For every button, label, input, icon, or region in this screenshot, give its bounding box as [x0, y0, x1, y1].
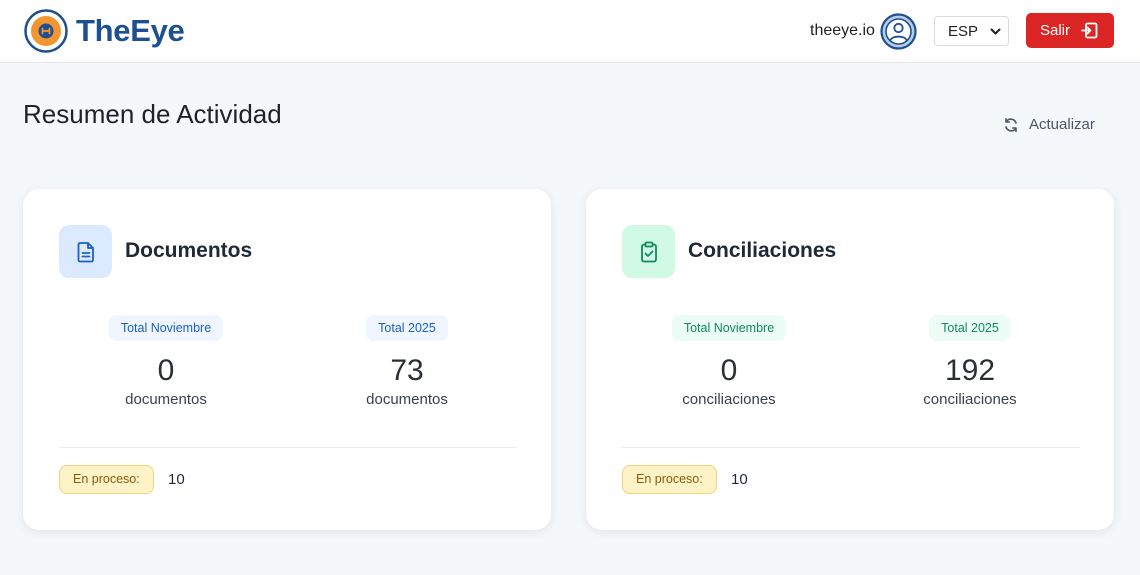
in-process-count: 10 — [731, 471, 748, 488]
stat-unit: documentos — [366, 391, 448, 408]
top-bar: TheEye theeye.io ESP Salir — [0, 0, 1140, 63]
refresh-button[interactable]: Actualizar — [1003, 116, 1095, 133]
documents-month-stat: Total Noviembre 0 documentos — [66, 315, 266, 410]
documents-card-title: Documentos — [125, 239, 253, 262]
refresh-label: Actualizar — [1029, 116, 1095, 133]
reconciliations-card: Conciliaciones Total Noviembre 0 concili… — [586, 189, 1114, 530]
stat-unit: conciliaciones — [682, 391, 776, 408]
page-title: Resumen de Actividad — [23, 99, 282, 129]
logout-button[interactable]: Salir — [1026, 13, 1114, 48]
clipboard-check-icon — [640, 241, 657, 262]
documents-card: Documentos Total Noviembre 0 documentos … — [23, 189, 551, 530]
reconciliations-year-stat: Total 2025 192 conciliaciones — [870, 315, 1070, 410]
documents-card-icon — [59, 225, 112, 278]
stat-unit: conciliaciones — [923, 391, 1017, 408]
document-icon — [77, 241, 94, 262]
in-process-count: 10 — [168, 471, 185, 488]
stat-unit: documentos — [125, 391, 207, 408]
card-divider — [59, 447, 517, 448]
chevron-down-icon — [990, 28, 1001, 35]
language-select[interactable]: ESP — [934, 16, 1009, 46]
stat-label: Total Noviembre — [671, 315, 787, 341]
stat-value: 73 — [390, 354, 424, 387]
refresh-icon — [1005, 117, 1017, 132]
stat-value: 0 — [720, 354, 738, 387]
reconciliations-month-stat: Total Noviembre 0 conciliaciones — [629, 315, 829, 410]
logout-icon — [1081, 22, 1098, 39]
documents-year-stat: Total 2025 73 documentos — [307, 315, 507, 410]
language-value: ESP — [948, 22, 979, 40]
theeye-logo-icon — [24, 9, 68, 53]
stat-value: 0 — [157, 354, 175, 387]
card-divider — [622, 447, 1080, 448]
brand-name: TheEye — [76, 13, 185, 48]
stat-label: Total Noviembre — [108, 315, 224, 341]
logout-label: Salir — [1040, 22, 1071, 39]
stat-value: 192 — [944, 354, 996, 387]
in-process-badge: En proceso: — [59, 465, 154, 494]
reconciliations-card-title: Conciliaciones — [688, 239, 837, 262]
user-name: theeye.io — [810, 22, 875, 39]
brand-logo[interactable]: TheEye — [24, 9, 185, 53]
user-avatar-icon[interactable] — [880, 13, 917, 50]
reconciliations-card-icon — [622, 225, 675, 278]
in-process-badge: En proceso: — [622, 465, 717, 494]
stat-label: Total 2025 — [929, 315, 1011, 341]
stat-label: Total 2025 — [366, 315, 448, 341]
